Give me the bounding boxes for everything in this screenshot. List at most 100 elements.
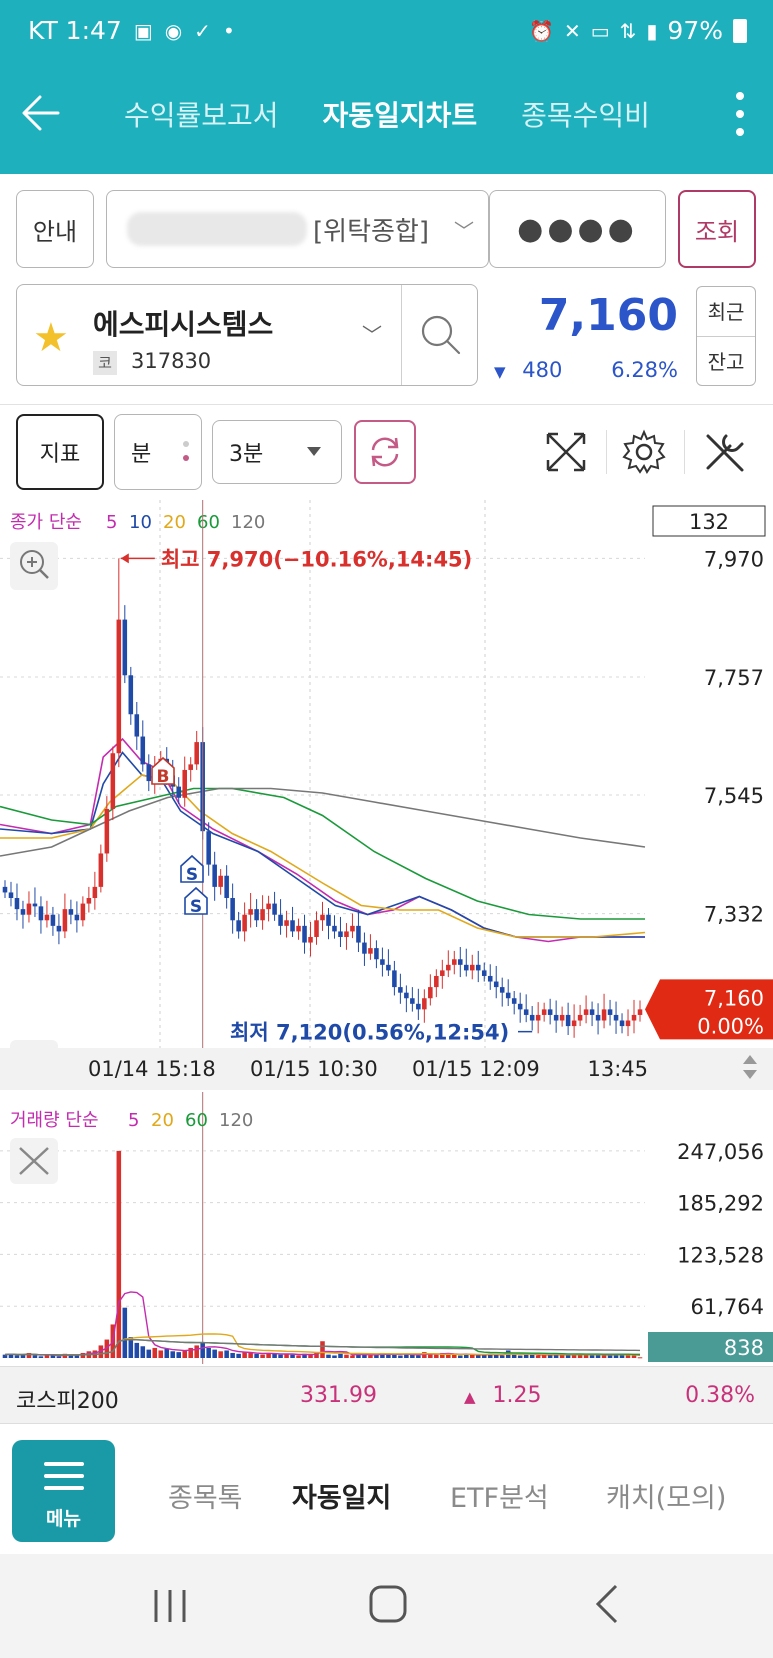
- candle-body: [20, 909, 26, 915]
- stock-selector[interactable]: ★ 에스피시스템스 코 317830 ﹀: [16, 284, 478, 386]
- index-change: ▲ 1.25: [464, 1383, 542, 1408]
- volume-bar: [368, 1355, 373, 1358]
- candle-body: [230, 898, 235, 921]
- candle-body: [505, 992, 511, 999]
- candle-body: [86, 898, 92, 904]
- more-options-icon[interactable]: [730, 88, 750, 144]
- candle-body: [463, 964, 469, 971]
- nav-auto-journal[interactable]: 자동일지: [292, 1476, 391, 1515]
- fullscreen-icon[interactable]: [542, 428, 590, 476]
- candle-body: [452, 959, 457, 965]
- nav-catch-mock[interactable]: 캐치(모의): [606, 1476, 726, 1515]
- tab-auto-journal-chart[interactable]: 자동일지차트: [323, 94, 478, 134]
- home-icon[interactable]: [366, 1582, 410, 1626]
- tools-icon[interactable]: [700, 428, 748, 476]
- inv-icon: ✓: [194, 18, 211, 43]
- volume-y-tick-label: 247,056: [677, 1140, 764, 1164]
- back-arrow-icon[interactable]: [18, 88, 68, 138]
- volume-current-tag-label: 838: [724, 1336, 764, 1360]
- candle-body: [290, 920, 295, 932]
- candle-body: [440, 970, 445, 976]
- price-legend-period: 20: [163, 512, 186, 533]
- volume-bar: [218, 1351, 223, 1358]
- indicator-button[interactable]: 지표: [16, 414, 104, 490]
- guide-button[interactable]: 안내: [16, 190, 94, 268]
- recent-button[interactable]: 최근: [697, 287, 755, 337]
- candle-body: [535, 1014, 541, 1021]
- search-icon[interactable]: [415, 309, 467, 361]
- candle-body: [613, 1014, 619, 1021]
- y-tick-label: 7,332: [704, 903, 764, 927]
- chart-area[interactable]: 7,970 7,757 7,545 7,332 132 종가 단순 5 10 20 60 120 최고…: [0, 500, 773, 1366]
- account-select[interactable]: [위탁종합] ﹀: [106, 190, 489, 268]
- x-tick-label: 01/15 10:30: [250, 1057, 378, 1081]
- tab-return-report[interactable]: 수익률보고서: [124, 94, 279, 134]
- recent-apps-icon[interactable]: [150, 1584, 190, 1628]
- refresh-button[interactable]: [354, 420, 416, 484]
- y-tick-label: 7,970: [704, 547, 764, 571]
- candle-body: [356, 925, 361, 943]
- price-change-pct: 6.28%: [611, 358, 678, 382]
- candle-body: [74, 914, 80, 921]
- gear-icon[interactable]: [620, 428, 668, 476]
- candle-body: [571, 1020, 577, 1027]
- volume-bar: [601, 1355, 607, 1358]
- candle-body: [260, 909, 265, 921]
- price-legend-period: 10: [129, 512, 152, 533]
- volume-bar: [278, 1354, 283, 1358]
- volume-bar: [254, 1353, 259, 1358]
- candle-body: [104, 808, 110, 854]
- candle-body: [517, 1003, 523, 1010]
- balance-button[interactable]: 잔고: [697, 337, 755, 387]
- volume-bar: [170, 1351, 176, 1358]
- volume-bar: [260, 1354, 265, 1358]
- bottom-nav: 메뉴 종목톡 자동일지 ETF분석 캐치(모의): [0, 1424, 773, 1554]
- battery-icon: [733, 18, 747, 43]
- volume-bar: [326, 1354, 331, 1358]
- up-triangle-icon: ▲: [464, 1388, 476, 1406]
- volume-bar: [332, 1355, 337, 1358]
- volume-bar: [212, 1349, 217, 1358]
- volume-bar: [434, 1354, 439, 1358]
- candle-body: [458, 959, 463, 965]
- divider: [684, 430, 685, 474]
- tab-stock-return[interactable]: 종목수익비: [521, 94, 650, 134]
- volume-bar: [398, 1355, 403, 1358]
- interval-select[interactable]: 3분: [212, 420, 342, 484]
- volume-legend-period: 60: [185, 1110, 208, 1131]
- volume-bar: [458, 1355, 463, 1358]
- volume-legend-period: 5: [128, 1110, 139, 1131]
- nav-etf-analysis[interactable]: ETF분석: [450, 1476, 549, 1515]
- candle-body: [188, 764, 193, 770]
- chevron-down-icon[interactable]: ﹀: [362, 319, 382, 348]
- volume-bar: [38, 1356, 44, 1358]
- candle-body: [493, 981, 499, 988]
- menu-button[interactable]: 메뉴: [12, 1440, 115, 1542]
- price-volume-chart[interactable]: 7,970 7,757 7,545 7,332 132 종가 단순 5 10 20 60 120 최고…: [0, 500, 773, 1366]
- candle-body: [410, 998, 415, 1004]
- volume-bar: [296, 1355, 301, 1358]
- nav-stock-talk[interactable]: 종목톡: [168, 1476, 243, 1515]
- candle-body: [224, 875, 229, 899]
- lookup-button[interactable]: 조회: [678, 190, 756, 268]
- header-tabs: 수익률보고서 자동일지차트 종목수익비: [124, 94, 650, 134]
- back-icon[interactable]: [590, 1582, 624, 1626]
- divider: [0, 404, 773, 405]
- zoom-in-bg: [10, 542, 58, 590]
- minute-button[interactable]: 분: [114, 414, 202, 490]
- favorite-star-icon[interactable]: ★: [33, 315, 69, 361]
- volume-bar: [320, 1341, 325, 1358]
- candle-body: [511, 998, 517, 1004]
- candle-body: [56, 925, 62, 932]
- volume-legend-period: 20: [151, 1110, 174, 1131]
- candle-body: [577, 1014, 583, 1021]
- index-change-pct: 0.38%: [685, 1383, 755, 1408]
- volume-y-tick-label: 123,528: [677, 1243, 764, 1267]
- candle-body: [499, 987, 505, 993]
- index-ticker[interactable]: 코스피200 331.99 ▲ 1.25 0.38%: [0, 1366, 773, 1424]
- market-badge: 코: [93, 351, 117, 375]
- candle-body: [416, 1003, 421, 1010]
- volume-bar: [206, 1347, 211, 1358]
- password-field[interactable]: ●●●●: [489, 190, 666, 268]
- candle-body: [182, 769, 187, 798]
